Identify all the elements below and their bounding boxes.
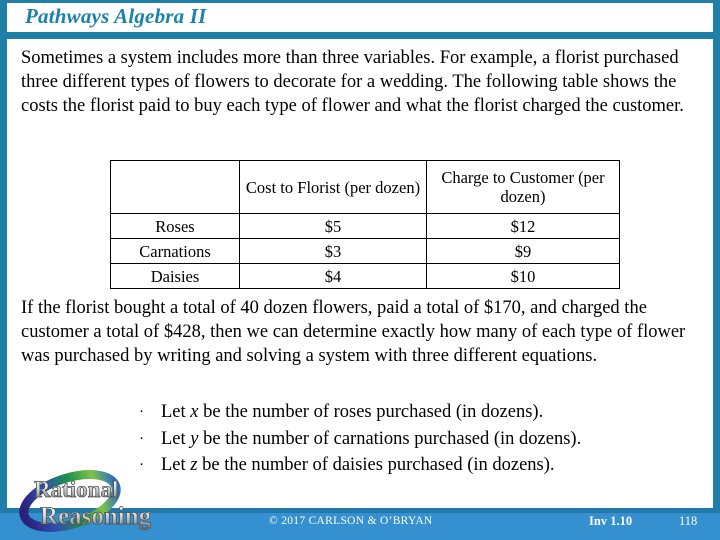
variable-x: x bbox=[190, 402, 199, 422]
list-item-text-pre: Let bbox=[161, 402, 191, 422]
intro-paragraph: Sometimes a system includes more than th… bbox=[21, 48, 684, 116]
list-item-text: Let z be the number of daisies purchased… bbox=[161, 452, 555, 479]
table-header-row: Cost to Florist (per dozen) Charge to Cu… bbox=[110, 160, 620, 214]
list-item: · Let y be the number of carnations purc… bbox=[139, 426, 699, 453]
title-underline-rule bbox=[7, 32, 713, 39]
list-item-text-post: be the number of daisies purchased (in d… bbox=[197, 455, 555, 475]
logo-text-line1: Rational bbox=[34, 477, 118, 502]
list-item: · Let x be the number of roses purchased… bbox=[139, 399, 699, 426]
table-body: Roses $5 $12 Carnations $3 $9 Daisies $4… bbox=[110, 213, 620, 289]
daisies-cost: $4 bbox=[239, 263, 427, 289]
table-header: Cost to Florist (per dozen) Charge to Cu… bbox=[110, 160, 620, 214]
list-item-text-post: be the number of roses purchased (in doz… bbox=[198, 402, 544, 422]
variable-y: y bbox=[190, 428, 199, 449]
list-item-text-post: be the number of carnations purchased (i… bbox=[198, 428, 582, 449]
daisies-charge: $10 bbox=[426, 263, 620, 289]
carnations-charge: $9 bbox=[426, 238, 620, 264]
table-row: Carnations $3 $9 bbox=[110, 238, 620, 264]
list-item-text-pre: Let bbox=[161, 428, 191, 449]
roses-charge: $12 bbox=[426, 213, 620, 239]
logo-text-line2: Reasoning bbox=[40, 503, 152, 530]
list-item-text: Let y be the number of carnations purcha… bbox=[161, 426, 581, 453]
bullet-point-icon: · bbox=[139, 430, 144, 447]
carnations-cost: $3 bbox=[239, 238, 427, 264]
roses-cost: $5 bbox=[239, 213, 427, 239]
slide-title-bar: Pathways Algebra II bbox=[7, 3, 713, 32]
footer-copyright: © 2017 CARLSON & O’BRYAN bbox=[269, 515, 433, 527]
table-row: Daisies $4 $10 bbox=[110, 263, 620, 289]
table-row: Roses $5 $12 bbox=[110, 213, 620, 239]
slide-content: Sometimes a system includes more than th… bbox=[7, 39, 713, 508]
rational-reasoning-logo: Rational Reasoning bbox=[18, 470, 198, 532]
table-header-corner-blank bbox=[110, 160, 240, 214]
row-label-roses: Roses bbox=[110, 213, 240, 239]
slide-canvas: Pathways Algebra II Sometimes a system i… bbox=[0, 0, 720, 540]
footer-investigation-label: Inv 1.10 bbox=[589, 514, 633, 528]
table-header-cost-to-florist: Cost to Florist (per dozen) bbox=[239, 160, 427, 214]
row-label-daisies: Daisies bbox=[110, 263, 240, 289]
table-header-charge-to-customer: Charge to Customer (per dozen) bbox=[426, 160, 620, 214]
variable-definitions-list: · Let x be the number of roses purchased… bbox=[139, 399, 699, 479]
flower-cost-table-wrapper: Cost to Florist (per dozen) Charge to Cu… bbox=[110, 160, 620, 289]
second-paragraph: If the florist bought a total of 40 doze… bbox=[21, 298, 686, 366]
row-label-carnations: Carnations bbox=[110, 238, 240, 264]
list-item: · Let z be the number of daisies purchas… bbox=[139, 452, 699, 479]
page-title: Pathways Algebra II bbox=[25, 4, 207, 28]
flower-cost-table: Cost to Florist (per dozen) Charge to Cu… bbox=[110, 160, 620, 289]
slide-border-left bbox=[0, 0, 7, 508]
logo-artwork: Rational Reasoning bbox=[19, 470, 152, 532]
bullet-point-icon: · bbox=[139, 404, 144, 420]
list-item-text: Let x be the number of roses purchased (… bbox=[161, 399, 543, 426]
footer-page-number: 118 bbox=[679, 514, 698, 528]
slide-border-right bbox=[713, 0, 720, 508]
